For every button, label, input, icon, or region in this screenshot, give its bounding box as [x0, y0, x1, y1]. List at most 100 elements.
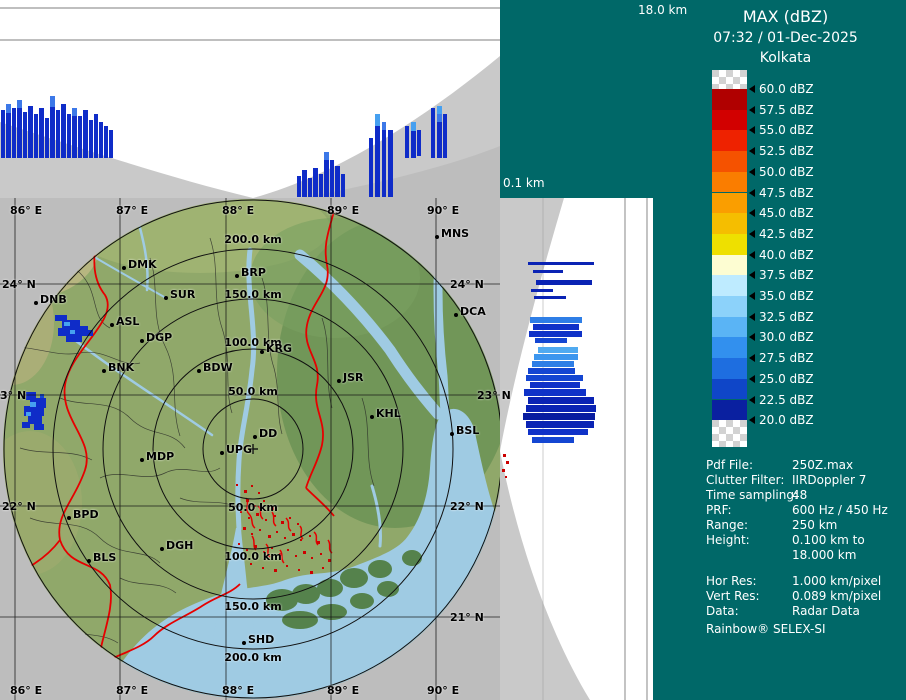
scale-cell: [712, 296, 747, 317]
city-dot: [122, 266, 126, 270]
city-name: BNK: [108, 361, 135, 374]
ns-projection-graphic: [500, 198, 650, 700]
info-block-secondary: Hor Res: 1.000 km/pixel Vert Res: 0.089 km/…: [706, 574, 881, 619]
scale-label: 37.5 dBZ: [749, 267, 814, 283]
scale-arrow-icon: [749, 271, 755, 280]
scale-label-text: 57.5 dBZ: [759, 102, 814, 117]
scale-cell: [712, 254, 747, 276]
scale-cell: [712, 213, 747, 234]
info-row-value: Radar Data: [792, 604, 860, 618]
info-block-primary: Pdf File: 250Z.max Clutter Filter: IIRDoppl…: [706, 458, 888, 563]
city-name: SHD: [248, 633, 275, 646]
info-row-value: 1.000 km/pixel: [792, 574, 882, 588]
scale-arrow-icon: [749, 312, 755, 321]
info-row: Vert Res: 0.089 km/pixel: [706, 589, 881, 604]
scale-label: 42.5 dBZ: [749, 226, 814, 242]
city-name: KRG: [266, 342, 293, 355]
radar-map-panel: 86° E 86° E 87° E 87° E 88° E 88° E 89° E 89° E…: [0, 198, 511, 700]
scale-label: 45.0 dBZ: [749, 205, 814, 221]
info-row: Time sampling: 48: [706, 488, 888, 503]
range-ring-label: 50.0 km: [228, 385, 278, 398]
city-dot: [197, 369, 201, 373]
city-dot: [220, 451, 224, 455]
info-row: Data: Radar Data: [706, 604, 881, 619]
city-name: MNS: [441, 227, 470, 240]
scale-label-text: 50.0 dBZ: [759, 164, 814, 179]
city-name: DCA: [460, 305, 486, 318]
scale-arrow-icon: [749, 395, 755, 404]
info-row-value: 18.000 km: [792, 548, 857, 562]
lat-label: 24° N: [2, 278, 36, 291]
city-dot: [34, 301, 38, 305]
info-row-label: [706, 548, 792, 563]
product-title: MAX (dBZ): [742, 7, 829, 26]
lon-label-top: 86° E: [10, 204, 43, 217]
scale-label-text: 30.0 dBZ: [759, 330, 814, 345]
scale-arrow-icon: [749, 188, 755, 197]
city-name: DGH: [166, 539, 194, 552]
scale-arrow-icon: [749, 354, 755, 363]
scale-cell: [712, 171, 747, 193]
site-name: Kolkata: [759, 50, 812, 66]
scale-label-text: 32.5 dBZ: [759, 309, 814, 324]
city-name: DD: [259, 427, 278, 440]
lon-label-bottom: 86° E: [10, 684, 43, 697]
colorbar-checker-top: [712, 70, 747, 89]
scale-arrow-icon: [749, 250, 755, 259]
scale-label-text: 35.0 dBZ: [759, 289, 814, 303]
colorbar-cells: [712, 89, 747, 421]
info-row-label: PRF:: [706, 503, 732, 517]
range-ring-label: 200.0 km: [224, 651, 282, 664]
scale-label-text: 25.0 dBZ: [759, 371, 814, 386]
radar-display: 86° E 86° E 87° E 87° E 88° E 88° E 89° E 89° E…: [0, 0, 906, 700]
legend-header: MAX (dBZ) 07:32 / 01-Dec-2025 Kolkata: [665, 7, 906, 66]
info-row-label: Pdf File:: [706, 458, 754, 472]
city-name: BRP: [241, 266, 266, 279]
scale-cell: [712, 151, 747, 172]
scale-cell: [712, 275, 747, 296]
lon-label-top: 90° E: [427, 204, 460, 217]
ew-projection-graphic: [0, 0, 500, 198]
city-name: SUR: [170, 288, 196, 301]
lat-label: 21° N: [450, 611, 484, 624]
scale-label: 52.5 dBZ: [749, 143, 814, 159]
product-datetime: 07:32 / 01-Dec-2025: [713, 30, 858, 46]
lat-label: 22° N: [2, 500, 36, 513]
scale-arrow-icon: [749, 333, 755, 342]
info-row-value: 48: [792, 488, 808, 502]
city-dot: [253, 435, 257, 439]
city-dot: [102, 369, 106, 373]
city-name: ASL: [116, 315, 140, 328]
lon-label-bottom: 89° E: [327, 684, 360, 697]
city-dot: [140, 458, 144, 462]
scale-label: 32.5 dBZ: [749, 309, 814, 325]
info-row-label: Clutter Filter:: [706, 473, 785, 487]
city-name: UPG: [226, 443, 253, 456]
scale-cell: [712, 130, 747, 152]
scale-cell: [712, 316, 747, 338]
scale-label: 55.0 dBZ: [749, 122, 814, 138]
scale-arrow-icon: [749, 85, 755, 93]
city-dot: [87, 559, 91, 563]
ns-projection-panel: [500, 198, 650, 700]
scale-label: 50.0 dBZ: [749, 164, 814, 180]
scale-label-text: 45.0 dBZ: [759, 206, 814, 221]
city-name: BDW: [203, 361, 233, 374]
city-dot: [242, 641, 246, 645]
info-row: PRF: 600 Hz / 450 Hz: [706, 503, 888, 518]
city-name: KHL: [376, 407, 401, 420]
lon-label-bottom: 90° E: [427, 684, 460, 697]
city-dot: [235, 274, 239, 278]
scale-cell: [712, 337, 747, 359]
scale-label: 40.0 dBZ: [749, 247, 814, 263]
city-dot: [140, 339, 144, 343]
info-row: Range: 250 km: [706, 518, 888, 533]
lon-label-top: 87° E: [116, 204, 149, 217]
info-row-value: 0.089 km/pixel: [792, 589, 882, 603]
info-row-label: Data:: [706, 604, 739, 618]
panel-divider: [650, 198, 653, 700]
city-dot: [110, 323, 114, 327]
scale-cell: [712, 358, 747, 379]
range-ring-label: 150.0 km: [224, 288, 282, 301]
scale-label-text: 47.5 dBZ: [759, 185, 814, 200]
